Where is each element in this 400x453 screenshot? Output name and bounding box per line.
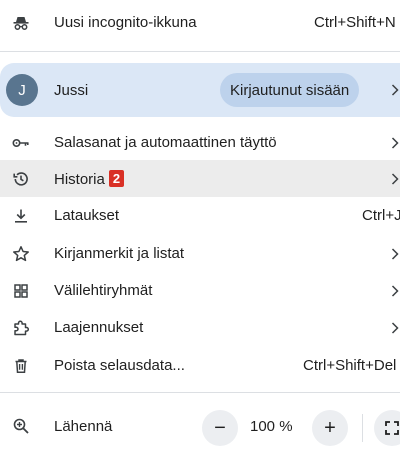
chevron-right-icon (388, 320, 400, 336)
history-icon (10, 168, 32, 190)
signed-in-chip[interactable]: Kirjautunut sisään (220, 73, 360, 107)
divider (362, 414, 363, 442)
menu-item-new-incognito-window[interactable]: Uusi incognito-ikkuna Ctrl+Shift+N (0, 4, 400, 41)
menu-item-label: Salasanat ja automaattinen täyttö (54, 134, 277, 151)
menu-item-passwords[interactable]: Salasanat ja automaattinen täyttö (0, 124, 400, 161)
chevron-right-icon (388, 283, 400, 299)
zoom-level: 100 % (250, 418, 293, 435)
menu-item-history[interactable]: Historia 2 (0, 160, 400, 197)
incognito-icon (10, 12, 32, 34)
trash-icon (10, 355, 32, 377)
menu-item-label: Välilehtiryhmät (54, 282, 153, 299)
menu-item-bookmarks[interactable]: Kirjanmerkit ja listat (0, 235, 400, 272)
separator (0, 392, 400, 393)
separator (0, 51, 400, 52)
menu-item-clear-browsing-data[interactable]: Poista selausdata... Ctrl+Shift+Del (0, 347, 400, 384)
zoom-icon (10, 415, 32, 437)
zoom-row: Lähennä − 100 % + (0, 406, 400, 446)
chevron-right-icon (388, 171, 400, 187)
zoom-out-button[interactable]: − (202, 410, 238, 446)
menu-item-label-group: Historia 2 (54, 169, 125, 188)
profile-name: Jussi (54, 82, 89, 99)
zoom-label: Lähennä (54, 418, 113, 435)
menu-item-label: Poista selausdata... (54, 357, 185, 374)
menu-item-label: Lataukset (54, 207, 120, 224)
avatar: J (6, 74, 38, 106)
key-icon (10, 132, 32, 154)
profile-row[interactable]: J Jussi Kirjautunut sisään (0, 63, 400, 117)
fullscreen-icon (384, 420, 400, 436)
chevron-right-icon (388, 82, 400, 98)
shortcut-label: Ctrl+J (362, 207, 400, 224)
tab-groups-icon (10, 280, 32, 302)
shortcut-label: Ctrl+Shift+Del (303, 357, 397, 374)
puzzle-icon (10, 317, 32, 339)
shortcut-label: Ctrl+Shift+N (314, 14, 396, 31)
menu-item-extensions[interactable]: Laajennukset (0, 309, 400, 346)
menu-item-label: Historia (54, 170, 105, 188)
chevron-right-icon (388, 135, 400, 151)
menu-item-label: Uusi incognito-ikkuna (54, 14, 197, 31)
menu-item-label: Laajennukset (54, 319, 144, 336)
fullscreen-button[interactable] (374, 410, 400, 446)
star-icon (10, 243, 32, 265)
chevron-right-icon (388, 246, 400, 262)
menu-item-label: Kirjanmerkit ja listat (54, 245, 185, 262)
zoom-in-button[interactable]: + (312, 410, 348, 446)
history-count-badge: 2 (108, 169, 125, 187)
download-icon (10, 205, 32, 227)
menu-item-tab-groups[interactable]: Välilehtiryhmät (0, 272, 400, 309)
menu-item-downloads[interactable]: Lataukset Ctrl+J (0, 197, 400, 234)
